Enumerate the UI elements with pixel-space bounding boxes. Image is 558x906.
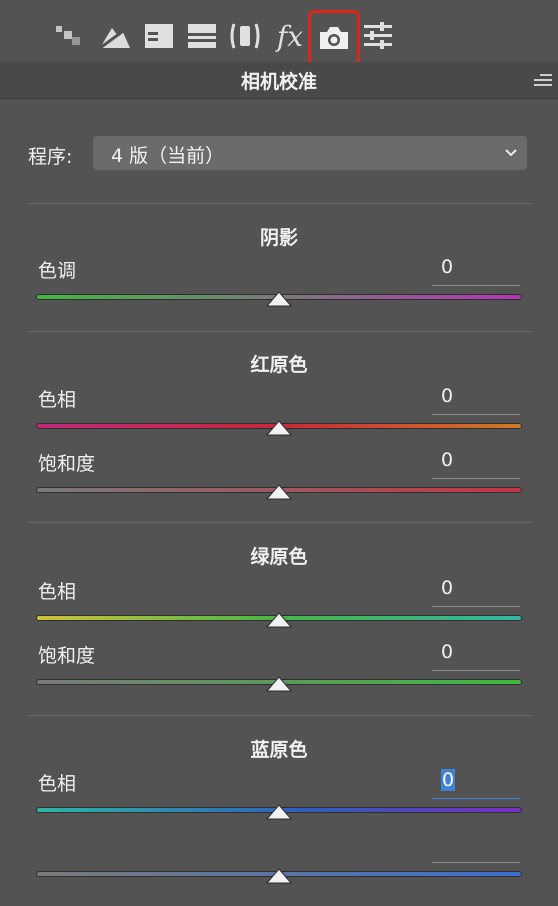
shadow-tint-value[interactable]: 0 <box>441 256 453 278</box>
red-saturation-label: 饱和度 <box>38 453 96 475</box>
slider-thumb[interactable] <box>266 867 292 884</box>
process-label: 程序: <box>28 146 73 168</box>
chevron-down-icon <box>503 144 519 164</box>
value-underline <box>432 862 520 863</box>
presets-icon[interactable] <box>362 16 394 56</box>
lens-corrections-icon[interactable] <box>229 16 261 56</box>
slider-thumb[interactable] <box>266 675 292 692</box>
panel-menu-icon[interactable] <box>534 72 552 91</box>
green-saturation-label: 饱和度 <box>38 645 96 667</box>
value-underline <box>432 478 520 479</box>
panel-toolbar: fx <box>0 0 558 66</box>
detail-icon[interactable] <box>143 16 175 56</box>
process-select[interactable]: 4 版（当前） <box>93 136 527 170</box>
value-underline <box>432 606 520 607</box>
divider <box>28 203 532 204</box>
section-title-blue-primary: 蓝原色 <box>250 739 308 761</box>
shadow-tint-label: 色调 <box>38 260 77 282</box>
red-hue-label: 色相 <box>38 389 77 411</box>
panel-header: 相机校准 <box>0 62 558 99</box>
value-underline-active <box>432 798 520 799</box>
slider-thumb[interactable] <box>266 803 292 820</box>
green-hue-label: 色相 <box>38 581 77 603</box>
panel-title: 相机校准 <box>240 71 317 93</box>
divider <box>28 715 532 716</box>
blue-hue-label: 色相 <box>38 773 77 795</box>
value-underline <box>432 414 520 415</box>
section-title-shadows: 阴影 <box>259 227 298 249</box>
basic-icon[interactable] <box>52 16 86 56</box>
green-saturation-value[interactable]: 0 <box>441 641 453 663</box>
blue-hue-value[interactable]: 0 <box>441 769 456 791</box>
green-hue-value[interactable]: 0 <box>441 577 453 599</box>
section-title-green-primary: 绿原色 <box>250 546 308 568</box>
red-saturation-value[interactable]: 0 <box>441 449 453 471</box>
slider-thumb[interactable] <box>266 611 292 628</box>
process-select-value: 4 版（当前） <box>111 145 225 167</box>
divider <box>28 331 532 332</box>
slider-thumb[interactable] <box>266 290 292 307</box>
effects-icon[interactable]: fx <box>272 16 308 56</box>
value-underline <box>432 285 520 286</box>
camera-calibration-icon[interactable] <box>308 10 360 66</box>
value-underline <box>432 670 520 671</box>
section-title-red-primary: 红原色 <box>250 354 308 376</box>
divider <box>28 522 532 523</box>
red-hue-value[interactable]: 0 <box>441 385 453 407</box>
tone-curve-icon[interactable] <box>96 16 134 56</box>
blue-hue-value-selected: 0 <box>441 769 456 791</box>
slider-thumb[interactable] <box>266 419 292 436</box>
slider-thumb[interactable] <box>266 483 292 500</box>
hsl-icon[interactable] <box>186 16 218 56</box>
